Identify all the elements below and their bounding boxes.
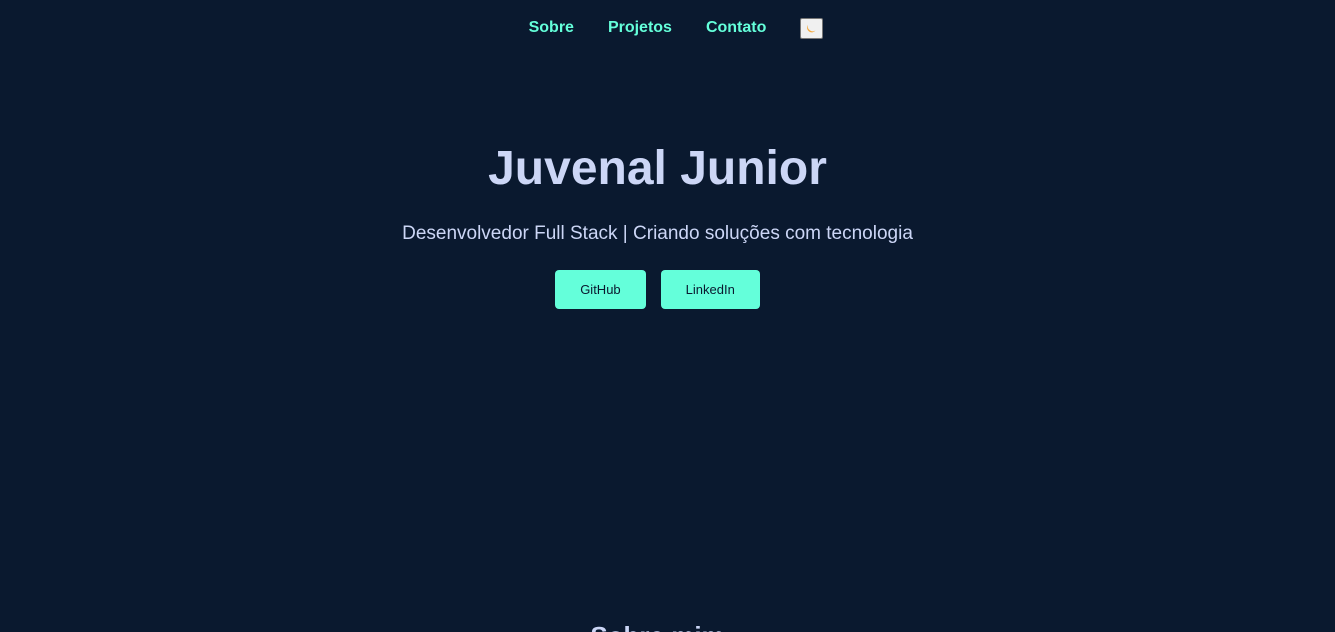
github-button[interactable]: GitHub <box>555 270 646 309</box>
hero-buttons: GitHub LinkedIn <box>0 270 1315 309</box>
top-nav: Sobre Projetos Contato <box>0 0 1335 56</box>
about-section-title: Sobre mim <box>0 620 1315 632</box>
nav-item-projetos: Projetos <box>591 18 689 38</box>
nav-link-contato[interactable]: Contato <box>706 18 766 38</box>
nav-link-projetos[interactable]: Projetos <box>608 18 672 38</box>
nav-link-sobre[interactable]: Sobre <box>529 18 574 38</box>
nav-item-contato: Contato <box>689 18 783 38</box>
moon-icon <box>806 24 816 33</box>
hero-tagline: Desenvolvedor Full Stack | Criando soluç… <box>402 223 913 244</box>
page: Sobre Projetos Contato Juvenal Junior De… <box>0 0 1335 632</box>
nav-list: Sobre Projetos Contato <box>512 18 784 38</box>
theme-toggle-button[interactable] <box>800 17 824 39</box>
linkedin-button[interactable]: LinkedIn <box>660 270 760 309</box>
hero-name: Juvenal Junior <box>488 142 827 195</box>
nav-item-sobre: Sobre <box>512 18 591 38</box>
